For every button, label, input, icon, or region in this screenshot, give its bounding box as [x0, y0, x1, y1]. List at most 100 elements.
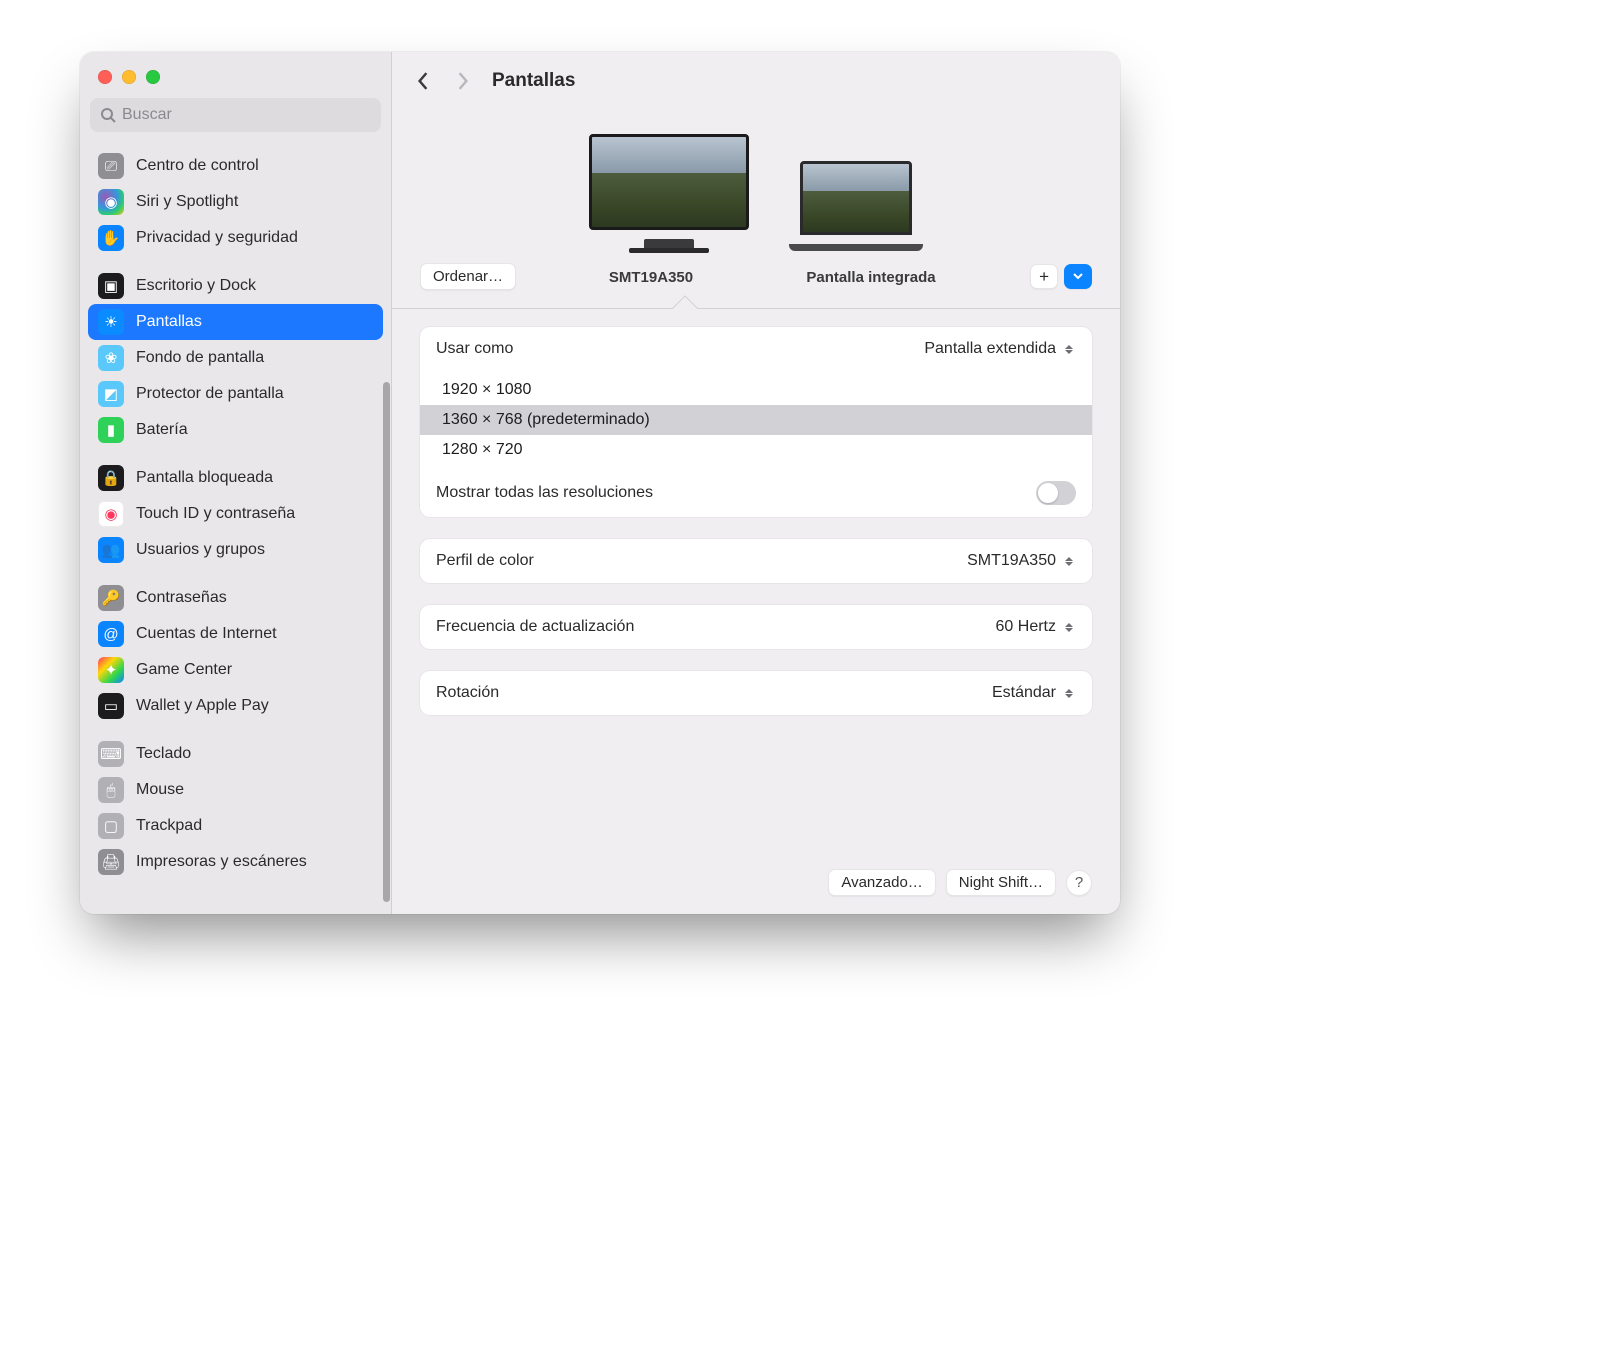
- sidebar-item[interactable]: ⎚ Centro de control: [88, 148, 383, 184]
- sidebar-item[interactable]: ❀ Fondo de pantalla: [88, 340, 383, 376]
- sidebar-item-icon: ❀: [98, 345, 124, 371]
- sidebar-item[interactable]: 🖨Impresoras y escáneres: [88, 844, 383, 880]
- sidebar-item-label: Centro de control: [136, 157, 259, 175]
- sidebar-item-icon: 🖱: [98, 777, 124, 803]
- sidebar-item-icon: ▢: [98, 813, 124, 839]
- sidebar-item-label: Batería: [136, 421, 188, 439]
- monitor-stand: [644, 239, 694, 249]
- arrange-button[interactable]: Ordenar…: [420, 263, 516, 290]
- sidebar-item[interactable]: 🔒Pantalla bloqueada: [88, 460, 383, 496]
- sidebar-item[interactable]: 🖱 Mouse: [88, 772, 383, 808]
- footer-buttons: Avanzado… Night Shift… ?: [392, 869, 1120, 914]
- sidebar-item[interactable]: ◉Siri y Spotlight: [88, 184, 383, 220]
- sidebar-item[interactable]: ▮ Batería: [88, 412, 383, 448]
- rotation-value: Estándar: [992, 684, 1056, 702]
- show-all-resolutions-toggle[interactable]: [1036, 481, 1076, 505]
- sidebar-item[interactable]: ⌨ Teclado: [88, 736, 383, 772]
- displays-arrangement: Ordenar… SMT19A350 Pantalla integrada +: [392, 110, 1120, 309]
- laptop-base: [789, 244, 923, 251]
- use-as-card: Usar como Pantalla extendida 1920 × 1080…: [420, 327, 1092, 517]
- color-profile-card: Perfil de color SMT19A350: [420, 539, 1092, 583]
- page-title: Pantallas: [492, 70, 575, 92]
- sidebar-item-label: Touch ID y contraseña: [136, 505, 295, 523]
- sidebar-item-label: Impresoras y escáneres: [136, 853, 307, 871]
- updown-icon: [1062, 340, 1076, 358]
- sidebar-item[interactable]: 🔑Contraseñas: [88, 580, 383, 616]
- close-window-button[interactable]: [98, 70, 112, 84]
- sidebar-item-icon: ◩: [98, 381, 124, 407]
- show-all-resolutions-label: Mostrar todas las resoluciones: [436, 484, 653, 502]
- display-external[interactable]: [589, 134, 749, 251]
- sidebar-item-label: Trackpad: [136, 817, 202, 835]
- sidebar-item-icon: 🔑: [98, 585, 124, 611]
- sidebar-item[interactable]: ◉ Touch ID y contraseña: [88, 496, 383, 532]
- system-settings-window: ⎚Centro de control◉Siri y Spotlight✋Priv…: [80, 52, 1120, 914]
- sidebar-item-label: Teclado: [136, 745, 191, 763]
- search-input[interactable]: [90, 98, 381, 132]
- rotation-row[interactable]: Rotación Estándar: [420, 671, 1092, 715]
- resolution-option[interactable]: 1280 × 720: [420, 435, 1092, 465]
- use-as-label: Usar como: [436, 340, 513, 358]
- displays-controls: Ordenar… SMT19A350 Pantalla integrada +: [420, 251, 1092, 308]
- updown-icon: [1062, 684, 1076, 702]
- sidebar-item-label: Mouse: [136, 781, 184, 799]
- toolbar: Pantallas: [392, 52, 1120, 110]
- forward-button[interactable]: [452, 70, 474, 92]
- advanced-button[interactable]: Avanzado…: [828, 869, 935, 896]
- display-builtin[interactable]: [789, 161, 923, 251]
- search-container: [80, 98, 391, 138]
- back-button[interactable]: [412, 70, 434, 92]
- sidebar-item-icon: ▭: [98, 693, 124, 719]
- sidebar-item-icon: ⌨: [98, 741, 124, 767]
- sidebar: ⎚Centro de control◉Siri y Spotlight✋Priv…: [80, 52, 392, 914]
- refresh-rate-row[interactable]: Frecuencia de actualización 60 Hertz: [420, 605, 1092, 649]
- sidebar-item[interactable]: ✦ Game Center: [88, 652, 383, 688]
- sidebar-item[interactable]: ☀ Pantallas: [88, 304, 383, 340]
- updown-icon: [1062, 552, 1076, 570]
- sidebar-item-icon: ⎚: [98, 153, 124, 179]
- sidebar-item-icon: ▮: [98, 417, 124, 443]
- display-label-1: Pantalla integrada: [801, 267, 941, 286]
- resolution-list: 1920 × 10801360 × 768 (predeterminado)12…: [420, 371, 1092, 469]
- display-label-0: SMT19A350: [571, 267, 731, 286]
- sidebar-item[interactable]: ✋ Privacidad y seguridad: [88, 220, 383, 256]
- sidebar-item-label: Protector de pantalla: [136, 385, 284, 403]
- sidebar-item-label: Game Center: [136, 661, 232, 679]
- refresh-rate-label: Frecuencia de actualización: [436, 618, 634, 636]
- night-shift-button[interactable]: Night Shift…: [946, 869, 1056, 896]
- display-options-button[interactable]: [1064, 264, 1092, 289]
- use-as-value: Pantalla extendida: [924, 340, 1056, 358]
- sidebar-item-icon: ☀: [98, 309, 124, 335]
- sidebar-item-label: Privacidad y seguridad: [136, 229, 298, 247]
- sidebar-item[interactable]: ◩ Protector de pantalla: [88, 376, 383, 412]
- window-controls: [80, 62, 391, 98]
- help-button[interactable]: ?: [1066, 870, 1092, 896]
- add-display-button[interactable]: +: [1030, 264, 1058, 289]
- sidebar-item[interactable]: 👥Usuarios y grupos: [88, 532, 383, 568]
- use-as-row[interactable]: Usar como Pantalla extendida: [420, 327, 1092, 371]
- sidebar-item-label: Cuentas de Internet: [136, 625, 277, 643]
- sidebar-scrollbar[interactable]: [383, 382, 390, 902]
- sidebar-item-icon: 👥: [98, 537, 124, 563]
- rotation-label: Rotación: [436, 684, 499, 702]
- display-settings: Usar como Pantalla extendida 1920 × 1080…: [392, 309, 1120, 869]
- zoom-window-button[interactable]: [146, 70, 160, 84]
- sidebar-item-label: Wallet y Apple Pay: [136, 697, 269, 715]
- sidebar-item[interactable]: ▣Escritorio y Dock: [88, 268, 383, 304]
- sidebar-item-icon: 🔒: [98, 465, 124, 491]
- resolution-option[interactable]: 1920 × 1080: [420, 375, 1092, 405]
- sidebar-item-icon: ✋: [98, 225, 124, 251]
- rotation-card: Rotación Estándar: [420, 671, 1092, 715]
- minimize-window-button[interactable]: [122, 70, 136, 84]
- sidebar-item[interactable]: ▭ Wallet y Apple Pay: [88, 688, 383, 724]
- sidebar-item-icon: ◉: [98, 501, 124, 527]
- resolution-option[interactable]: 1360 × 768 (predeterminado): [420, 405, 1092, 435]
- color-profile-row[interactable]: Perfil de color SMT19A350: [420, 539, 1092, 583]
- sidebar-item[interactable]: @Cuentas de Internet: [88, 616, 383, 652]
- sidebar-item-icon: ✦: [98, 657, 124, 683]
- sidebar-item-label: Pantallas: [136, 313, 202, 331]
- sidebar-item-label: Siri y Spotlight: [136, 193, 238, 211]
- sidebar-item[interactable]: ▢ Trackpad: [88, 808, 383, 844]
- show-all-resolutions-row: Mostrar todas las resoluciones: [420, 469, 1092, 517]
- sidebar-item-label: Fondo de pantalla: [136, 349, 264, 367]
